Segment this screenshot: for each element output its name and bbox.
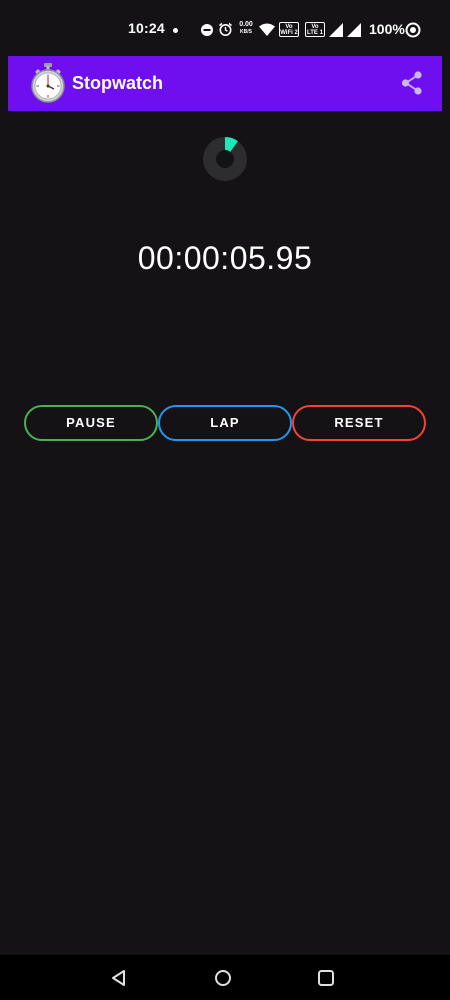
signal-icon <box>329 23 343 37</box>
pause-button[interactable]: PAUSE <box>24 405 158 441</box>
recents-icon[interactable] <box>315 967 337 989</box>
target-icon <box>405 22 421 38</box>
navigation-bar <box>0 955 450 1000</box>
status-time: 10:24 <box>128 20 165 36</box>
network-speed-unit: KB/S <box>240 29 252 35</box>
home-icon[interactable] <box>212 967 234 989</box>
reset-button[interactable]: RESET <box>292 405 426 441</box>
lap-button[interactable]: LAP <box>158 405 292 441</box>
network-speed: 0.00 KB/S <box>236 21 256 35</box>
share-icon[interactable] <box>399 70 425 96</box>
notification-dot <box>173 28 178 33</box>
dnd-icon <box>201 24 213 36</box>
signal-icon <box>347 23 361 37</box>
back-icon[interactable] <box>108 967 130 989</box>
network-speed-value: 0.00 <box>239 21 253 28</box>
vowifi-badge: Vo WiFi 2 <box>279 22 299 37</box>
stopwatch-icon <box>31 63 65 103</box>
volte-badge: Vo LTE 1 <box>305 22 325 37</box>
app-title: Stopwatch <box>72 73 164 93</box>
alarm-icon <box>219 22 232 36</box>
progress-ring <box>203 137 247 181</box>
battery-level: 100% <box>369 21 405 37</box>
wifi-icon <box>259 23 275 36</box>
status-bar: 10:24 0.00 KB/S Vo WiFi 2 Vo LTE 1 100% <box>0 0 450 58</box>
elapsed-time-display: 00:00:05.95 <box>137 240 313 276</box>
stopwatch-screen: 10:24 0.00 KB/S Vo WiFi 2 Vo LTE 1 100% <box>0 0 450 1000</box>
app-bar: Stopwatch <box>8 56 442 111</box>
